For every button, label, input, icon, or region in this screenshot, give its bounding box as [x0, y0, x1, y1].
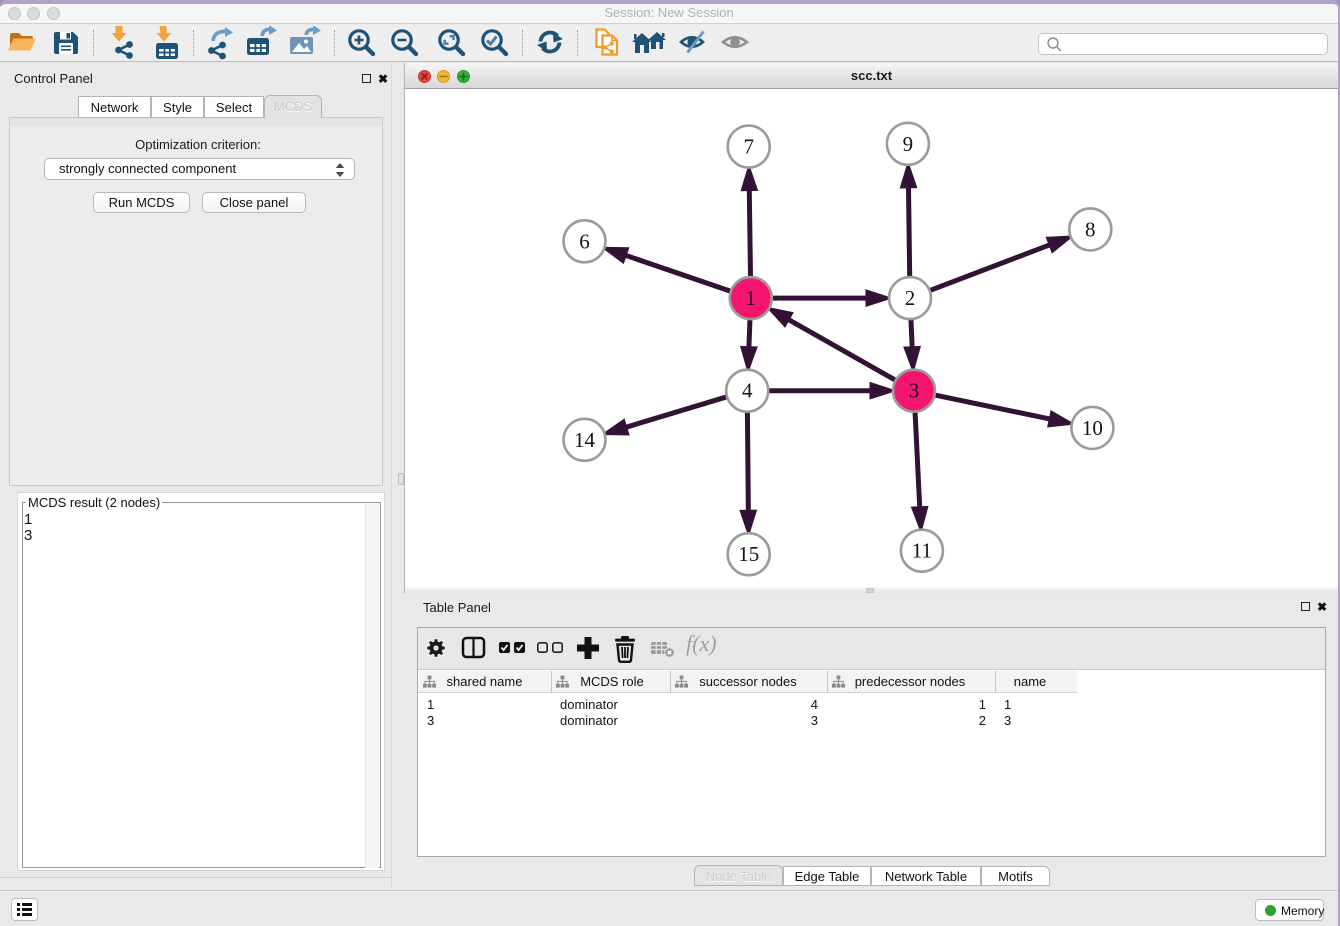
svg-text:6: 6 — [579, 229, 590, 253]
svg-text:3: 3 — [909, 379, 920, 403]
svg-text:7: 7 — [743, 135, 754, 159]
svg-text:4: 4 — [742, 379, 753, 403]
svg-text:8: 8 — [1085, 217, 1096, 241]
svg-text:10: 10 — [1082, 416, 1103, 440]
svg-text:15: 15 — [738, 542, 759, 566]
svg-text:1: 1 — [746, 286, 757, 310]
svg-text:11: 11 — [912, 539, 932, 563]
svg-text:2: 2 — [905, 286, 916, 310]
svg-text:14: 14 — [574, 428, 596, 452]
svg-text:9: 9 — [903, 132, 914, 156]
